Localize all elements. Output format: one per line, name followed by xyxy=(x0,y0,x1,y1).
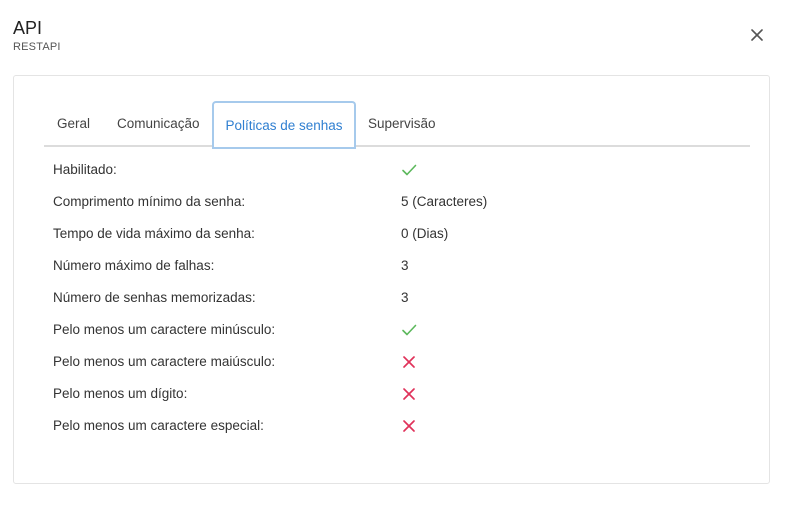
dialog-title: API xyxy=(13,18,43,38)
x-icon xyxy=(401,354,417,370)
details-card: Geral Comunicação Políticas de senhas Su… xyxy=(13,75,770,484)
tab-geral[interactable]: Geral xyxy=(57,101,90,147)
row-label: Pelo menos um caractere maiúsculo: xyxy=(53,354,276,369)
row-label: Pelo menos um dígito: xyxy=(53,386,188,401)
row-label: Número de senhas memorizadas: xyxy=(53,290,256,305)
row-label: Comprimento mínimo da senha: xyxy=(53,194,246,209)
row-label: Tempo de vida máximo da senha: xyxy=(53,226,255,241)
x-icon xyxy=(401,418,417,434)
check-icon xyxy=(401,322,417,338)
tab-bar: Geral Comunicação Políticas de senhas Su… xyxy=(44,101,750,149)
tab-supervisao[interactable]: Supervisão xyxy=(368,101,436,147)
check-icon xyxy=(401,162,417,178)
dialog-subtitle: RESTAPI xyxy=(13,41,61,53)
close-icon[interactable] xyxy=(746,24,768,46)
row-label: Pelo menos um caractere minúsculo: xyxy=(53,322,276,337)
x-icon xyxy=(401,386,417,402)
row-value: 0 (Dias) xyxy=(401,226,449,241)
row-label: Habilitado: xyxy=(53,162,117,177)
row-label: Pelo menos um caractere especial: xyxy=(53,418,264,433)
tab-comunicacao[interactable]: Comunicação xyxy=(117,101,200,147)
row-value: 5 (Caracteres) xyxy=(401,194,488,209)
tab-politicas-de-senhas[interactable]: Políticas de senhas xyxy=(212,101,356,149)
row-label: Número máximo de falhas: xyxy=(53,258,215,273)
dialog: API RESTAPI Geral Comunicação Políticas … xyxy=(0,0,787,521)
row-value: 3 xyxy=(401,258,409,273)
row-value: 3 xyxy=(401,290,409,305)
